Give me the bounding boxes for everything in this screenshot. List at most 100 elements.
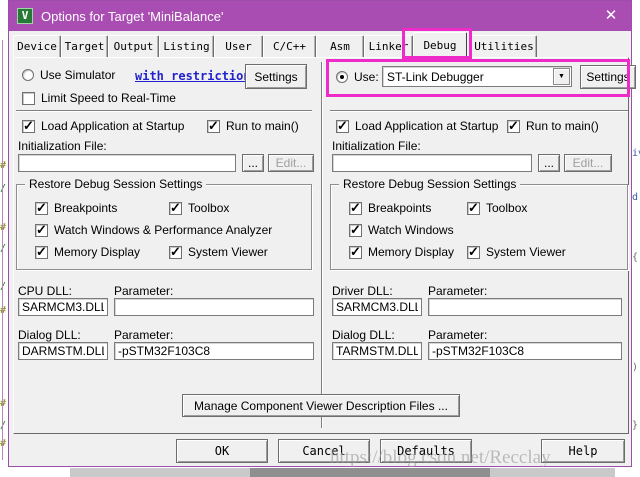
checkbox-box: ✓ — [349, 202, 362, 215]
use-label: Use: — [354, 70, 379, 84]
cpu-parameter-input[interactable] — [114, 298, 314, 316]
breakpoints-label: Breakpoints — [54, 201, 117, 215]
background-artifact: # — [0, 398, 6, 409]
keil-uvision-icon: V — [17, 8, 33, 24]
background-artifact: iv — [632, 148, 640, 159]
watch-windows-checkbox-right[interactable]: ✓ Watch Windows — [349, 223, 454, 237]
dialog-dll-label-right: Dialog DLL: — [332, 328, 395, 342]
tab-debug[interactable]: Debug — [413, 32, 467, 59]
watch-windows-checkbox-left[interactable]: ✓ Watch Windows & Performance Analyzer — [35, 223, 272, 237]
background-artifact: / — [0, 420, 6, 431]
background-artifact: # — [0, 222, 6, 233]
tab-listing[interactable]: Listing — [159, 35, 214, 58]
with-restrictions-link[interactable]: with restrictions — [135, 69, 258, 83]
debugger-settings-button[interactable]: Settings — [580, 65, 636, 89]
dialog-dll-input-right[interactable] — [332, 342, 422, 360]
checkbox-box: ✓ — [169, 202, 182, 215]
cpu-dll-label: CPU DLL: — [18, 284, 72, 298]
tab-user[interactable]: User — [214, 35, 263, 58]
init-file-input-right[interactable] — [332, 154, 532, 172]
manage-component-viewer-button[interactable]: Manage Component Viewer Description File… — [182, 394, 460, 417]
chevron-down-icon[interactable]: ▼ — [553, 68, 570, 85]
restore-settings-group-right: Restore Debug Session Settings ✓ Breakpo… — [330, 184, 628, 270]
checkbox-box: ✓ — [349, 246, 362, 259]
background-border-line — [2, 40, 3, 460]
separator — [330, 110, 628, 112]
checkbox-box: ✓ — [22, 92, 35, 105]
defaults-button[interactable]: Defaults — [380, 439, 472, 463]
breakpoints-checkbox-left[interactable]: ✓ Breakpoints — [35, 201, 117, 215]
memory-display-checkbox-left[interactable]: ✓ Memory Display — [35, 245, 140, 259]
init-file-label-left: Initialization File: — [18, 139, 107, 153]
tab-device[interactable]: Device — [13, 35, 61, 58]
init-file-input-left[interactable] — [18, 154, 236, 172]
tab-output[interactable]: Output — [108, 35, 159, 58]
tab-asm[interactable]: Asm — [316, 35, 364, 58]
debug-tab-page: Use Simulator with restrictions Settings… — [13, 57, 629, 434]
run-to-main-checkbox-left[interactable]: ✓ Run to main() — [207, 119, 299, 133]
memory-display-label: Memory Display — [54, 245, 140, 259]
init-file-browse-button-right[interactable]: ... — [538, 154, 560, 172]
init-file-browse-button-left[interactable]: ... — [242, 154, 264, 172]
checkbox-box: ✓ — [467, 246, 480, 259]
background-artifact: d: — [632, 192, 640, 203]
use-simulator-radio[interactable]: Use Simulator — [22, 68, 115, 82]
cancel-button[interactable]: Cancel — [278, 439, 370, 463]
limit-speed-label: Limit Speed to Real-Time — [41, 91, 176, 105]
checkbox-box: ✓ — [336, 120, 349, 133]
dialog-parameter-input-right[interactable] — [428, 342, 622, 360]
tab-linker[interactable]: Linker — [364, 35, 413, 58]
checkbox-box: ✓ — [507, 120, 520, 133]
checkbox-box: ✓ — [467, 202, 480, 215]
checkbox-box: ✓ — [35, 224, 48, 237]
system-viewer-label: System Viewer — [188, 245, 268, 259]
checkbox-box: ✓ — [35, 246, 48, 259]
driver-dll-label: Driver DLL: — [332, 284, 393, 298]
dialog-dll-input-left[interactable] — [18, 342, 108, 360]
run-to-main-label: Run to main() — [526, 119, 599, 133]
group-title: Restore Debug Session Settings — [339, 177, 520, 191]
background-artifact: } — [632, 420, 638, 431]
help-button[interactable]: Help — [541, 439, 625, 463]
memory-display-checkbox-right[interactable]: ✓ Memory Display — [349, 245, 454, 259]
watch-windows-label: Watch Windows — [368, 223, 454, 237]
use-debugger-radio[interactable]: Use: — [336, 70, 379, 84]
limit-speed-checkbox[interactable]: ✓ Limit Speed to Real-Time — [22, 91, 176, 105]
load-app-checkbox-left[interactable]: ✓ Load Application at Startup — [22, 119, 184, 133]
memory-display-label: Memory Display — [368, 245, 454, 259]
close-icon[interactable]: ✕ — [601, 6, 621, 26]
toolbox-checkbox-right[interactable]: ✓ Toolbox — [467, 201, 527, 215]
background-code-strip-left: # / # / / # # / # — [0, 0, 8, 467]
checkbox-box: ✓ — [207, 120, 220, 133]
system-viewer-checkbox-left[interactable]: ✓ System Viewer — [169, 245, 268, 259]
driver-parameter-input[interactable] — [428, 298, 622, 316]
system-viewer-label: System Viewer — [486, 245, 566, 259]
system-viewer-checkbox-right[interactable]: ✓ System Viewer — [467, 245, 566, 259]
breakpoints-checkbox-right[interactable]: ✓ Breakpoints — [349, 201, 431, 215]
tab-cpp[interactable]: C/C++ — [263, 35, 316, 58]
dialog-dll-label-left: Dialog DLL: — [18, 328, 81, 342]
debugger-select[interactable]: ST-Link Debugger ▼ — [382, 66, 572, 87]
parameter-label: Parameter: — [428, 328, 487, 342]
tab-utilities[interactable]: Utilities — [471, 35, 537, 58]
driver-dll-input[interactable] — [332, 298, 422, 316]
toolbox-checkbox-left[interactable]: ✓ Toolbox — [169, 201, 229, 215]
init-file-edit-button-right[interactable]: Edit... — [564, 154, 612, 172]
run-to-main-checkbox-right[interactable]: ✓ Run to main() — [507, 119, 599, 133]
background-artifact: / — [0, 281, 6, 292]
parameter-label: Parameter: — [428, 284, 487, 298]
simulator-settings-button[interactable]: Settings — [245, 64, 307, 89]
load-app-checkbox-right[interactable]: ✓ Load Application at Startup — [336, 119, 498, 133]
init-file-edit-button-left[interactable]: Edit... — [268, 154, 314, 172]
radio-circle — [22, 69, 34, 81]
toolbox-label: Toolbox — [188, 201, 229, 215]
ok-button[interactable]: OK — [176, 439, 268, 463]
checkbox-box: ✓ — [22, 120, 35, 133]
init-file-label-right: Initialization File: — [332, 139, 421, 153]
use-simulator-label: Use Simulator — [40, 68, 115, 82]
background-scrollbar-track — [70, 468, 615, 477]
cpu-dll-input[interactable] — [18, 298, 108, 316]
debugger-selected-value: ST-Link Debugger — [387, 70, 484, 84]
tab-target[interactable]: Target — [61, 35, 108, 58]
dialog-parameter-input-left[interactable] — [114, 342, 314, 360]
